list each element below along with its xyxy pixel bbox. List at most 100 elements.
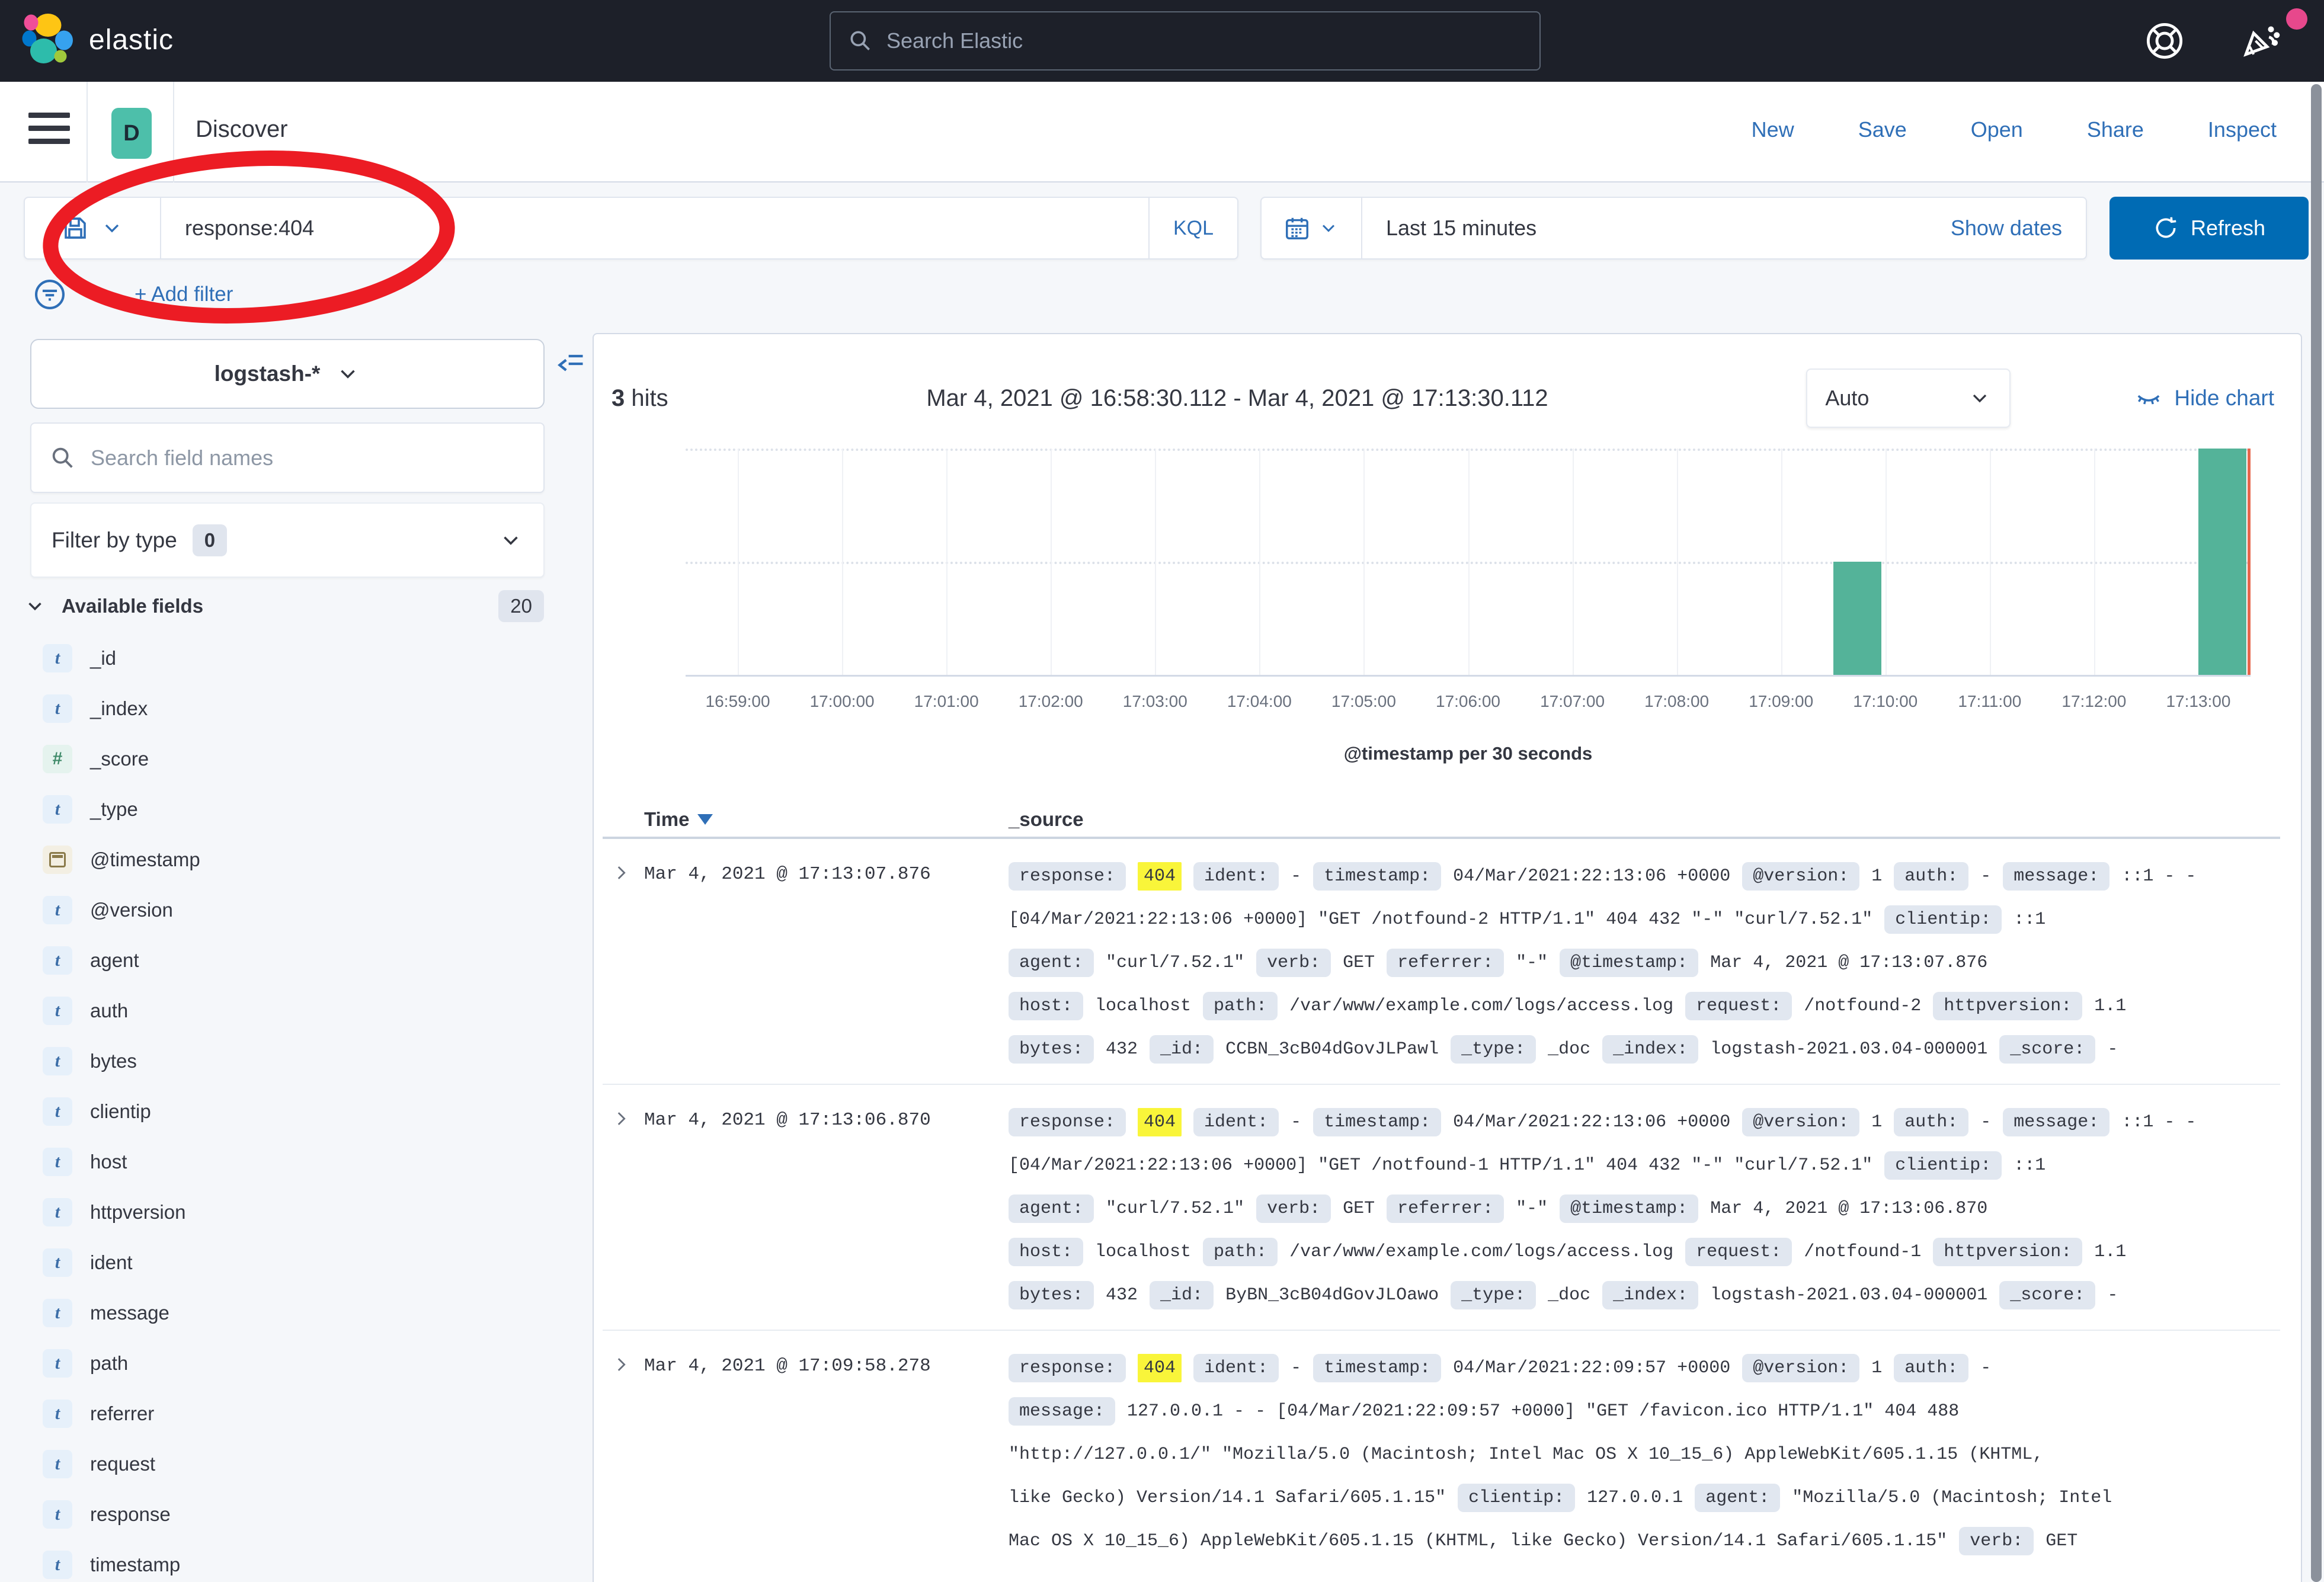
filter-by-type-select[interactable]: Filter by type 0 bbox=[30, 502, 545, 578]
chevron-down-icon bbox=[498, 528, 523, 553]
field-list: t_idt_index#_scoret_type@timestampt@vers… bbox=[0, 633, 587, 1582]
new-button[interactable]: New bbox=[1752, 117, 1794, 142]
field-item[interactable]: tident bbox=[0, 1237, 587, 1288]
help-icon[interactable] bbox=[2141, 18, 2188, 64]
share-button[interactable]: Share bbox=[2087, 117, 2144, 142]
expand-row-icon[interactable] bbox=[603, 1100, 644, 1317]
global-search-input[interactable]: Search Elastic bbox=[830, 11, 1541, 71]
field-value: 127.0.0.1 bbox=[1587, 1488, 1683, 1508]
field-item[interactable]: thost bbox=[0, 1136, 587, 1187]
field-value: - bbox=[1291, 866, 1301, 886]
expand-row-icon[interactable] bbox=[603, 854, 644, 1071]
x-gridline bbox=[1468, 449, 1470, 675]
text-field-icon: t bbox=[43, 1047, 72, 1075]
field-item[interactable]: tresponse bbox=[0, 1489, 587, 1539]
field-item[interactable]: t_type bbox=[0, 784, 587, 834]
field-item[interactable]: tmessage bbox=[0, 1288, 587, 1338]
hide-chart-button[interactable]: Hide chart bbox=[2135, 385, 2274, 412]
x-tick-label: 17:09:00 bbox=[1749, 692, 1813, 711]
histogram-chart[interactable]: Count 012 16:59:0017:00:0017:01:0017:02:… bbox=[686, 449, 2251, 764]
open-button[interactable]: Open bbox=[1971, 117, 2023, 142]
saved-query-menu-button[interactable] bbox=[25, 198, 161, 258]
date-quick-select-button[interactable] bbox=[1262, 198, 1362, 258]
histogram-plot[interactable]: Count 012 bbox=[686, 449, 2251, 677]
field-item[interactable]: t_index bbox=[0, 683, 587, 734]
field-value: _doc bbox=[1548, 1285, 1590, 1305]
field-item[interactable]: @timestamp bbox=[0, 834, 587, 885]
row-source: response:404ident:-timestamp:04/Mar/2021… bbox=[1009, 1100, 2280, 1317]
menu-icon[interactable] bbox=[28, 113, 70, 150]
x-tick-label: 17:02:00 bbox=[1019, 692, 1083, 711]
x-tick-label: 17:00:00 bbox=[810, 692, 875, 711]
field-key-badge: _score: bbox=[1999, 1281, 2095, 1309]
field-item[interactable]: tclientip bbox=[0, 1086, 587, 1136]
field-item[interactable]: thttpversion bbox=[0, 1187, 587, 1237]
show-dates-button[interactable]: Show dates bbox=[1951, 216, 2086, 241]
field-item[interactable]: treferrer bbox=[0, 1388, 587, 1439]
text-field-icon: t bbox=[43, 1349, 72, 1378]
text-field-icon: t bbox=[43, 1299, 72, 1327]
field-item[interactable]: tbytes bbox=[0, 1036, 587, 1086]
field-item[interactable]: tauth bbox=[0, 985, 587, 1036]
x-gridline bbox=[1886, 449, 1887, 675]
expand-row-icon[interactable] bbox=[603, 1346, 644, 1562]
field-item[interactable]: ttimestamp bbox=[0, 1539, 587, 1582]
field-name: host bbox=[90, 1151, 127, 1173]
x-axis-ticks: 16:59:0017:00:0017:01:0017:02:0017:03:00… bbox=[686, 692, 2251, 719]
field-value: "curl/7.52.1" bbox=[1106, 953, 1244, 973]
text-field-icon: t bbox=[43, 1450, 72, 1478]
field-value: 04/Mar/2021:22:13:06 +0000 bbox=[1453, 866, 1730, 886]
x-tick-label: 17:03:00 bbox=[1123, 692, 1187, 711]
elastic-logo[interactable] bbox=[21, 12, 78, 69]
index-pattern-select[interactable]: logstash-* bbox=[30, 339, 545, 409]
collapse-sidebar-icon[interactable] bbox=[555, 348, 588, 379]
text-field-icon: t bbox=[43, 644, 72, 672]
field-value: 127.0.0.1 - - [04/Mar/2021:22:09:57 +000… bbox=[1127, 1401, 1959, 1421]
histogram-bar[interactable] bbox=[1833, 562, 1881, 675]
field-item[interactable]: tagent bbox=[0, 935, 587, 985]
search-icon bbox=[49, 444, 76, 472]
inspect-button[interactable]: Inspect bbox=[2208, 117, 2277, 142]
field-key-badge: request: bbox=[1685, 992, 1792, 1020]
histogram-time-range: Mar 4, 2021 @ 16:58:30.112 - Mar 4, 2021… bbox=[668, 385, 1807, 412]
field-value: GET bbox=[1343, 1199, 1375, 1219]
field-name: agent bbox=[90, 949, 139, 972]
available-fields-label: Available fields bbox=[62, 595, 203, 617]
histogram-bar[interactable] bbox=[2198, 449, 2246, 675]
field-key-badge: _id: bbox=[1150, 1035, 1214, 1064]
current-time-marker bbox=[2248, 449, 2251, 675]
time-range-value[interactable]: Last 15 minutes bbox=[1362, 216, 1951, 241]
newsfeed-icon[interactable] bbox=[2236, 18, 2283, 64]
field-name: bytes bbox=[90, 1050, 137, 1072]
save-button[interactable]: Save bbox=[1858, 117, 1907, 142]
field-key-badge: timestamp: bbox=[1313, 1108, 1441, 1136]
highlighted-value: 404 bbox=[1138, 1108, 1182, 1136]
add-filter-button[interactable]: + Add filter bbox=[135, 283, 233, 306]
field-item[interactable]: t request bbox=[0, 1439, 587, 1489]
refresh-button[interactable]: Refresh bbox=[2109, 197, 2309, 260]
field-item[interactable]: t_id bbox=[0, 633, 587, 683]
field-item[interactable]: #_score bbox=[0, 734, 587, 784]
kql-button[interactable]: KQL bbox=[1148, 198, 1237, 258]
query-input[interactable]: response:404 bbox=[161, 216, 1148, 241]
field-name: timestamp bbox=[90, 1554, 180, 1576]
field-name: auth bbox=[90, 1000, 128, 1022]
field-key-badge: _type: bbox=[1451, 1281, 1536, 1309]
field-search-input[interactable]: Search field names bbox=[30, 422, 545, 493]
documents-table: Time _source Mar 4, 2021 @ 17:13:07.876r… bbox=[603, 802, 2280, 1575]
page-scrollbar[interactable] bbox=[2311, 84, 2322, 1582]
available-fields-header[interactable]: Available fields 20 bbox=[24, 587, 544, 626]
field-value: - bbox=[2107, 1285, 2118, 1305]
results-header: 3 hits Mar 4, 2021 @ 16:58:30.112 - Mar … bbox=[612, 363, 2274, 434]
chevron-down-icon bbox=[1318, 217, 1339, 239]
field-name: request bbox=[90, 1453, 155, 1475]
field-item[interactable]: t@version bbox=[0, 885, 587, 935]
breadcrumb-app-badge[interactable]: D bbox=[111, 108, 152, 159]
filter-icon[interactable] bbox=[33, 277, 67, 312]
time-column-header[interactable]: Time bbox=[644, 808, 1009, 831]
table-row: Mar 4, 2021 @ 17:09:58.278response:404id… bbox=[603, 1331, 2280, 1575]
field-item[interactable]: tpath bbox=[0, 1338, 587, 1388]
field-key-badge: host: bbox=[1009, 1238, 1083, 1266]
field-key-badge: request: bbox=[1685, 1238, 1792, 1266]
interval-select[interactable]: Auto bbox=[1806, 369, 2011, 428]
